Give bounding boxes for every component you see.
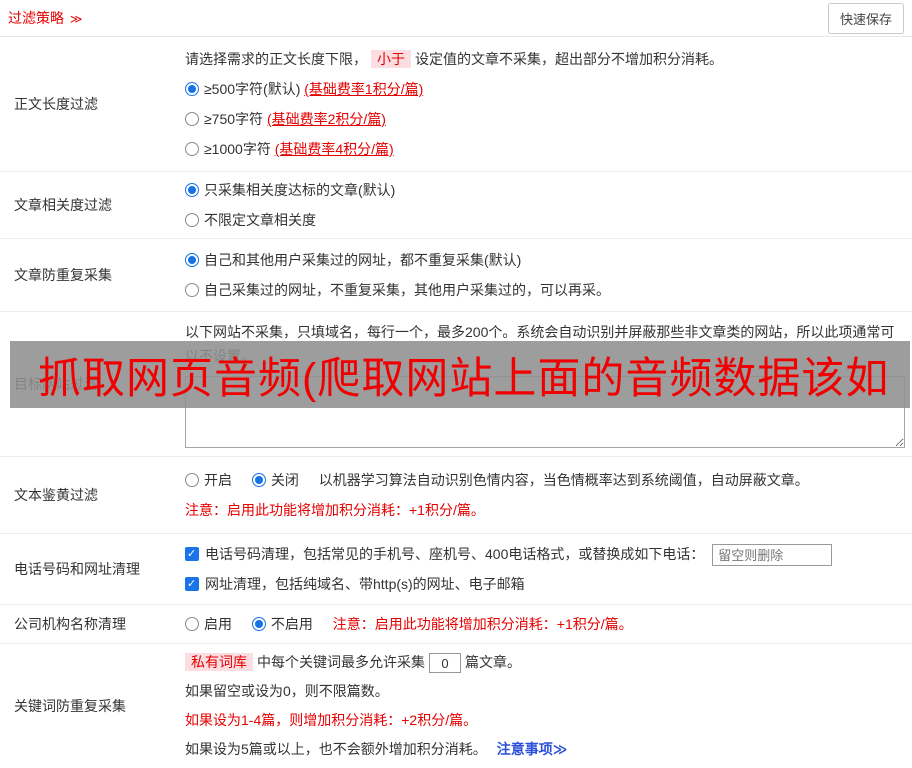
- quick-save-button[interactable]: 快速保存: [827, 2, 904, 34]
- option-text: 启用: [204, 616, 232, 632]
- radio-option-relevance-strict[interactable]: 只采集相关度达标的文章(默认): [185, 175, 904, 205]
- option-fee-text: (基础费率4积分/篇): [274, 141, 394, 157]
- filter-strategy-page: 过滤策略 ≫ 快速保存 正文长度过滤 请选择需求的正文长度下限， 小于 设定值的文章…: [0, 0, 912, 768]
- option-text: 自己采集过的网址，不重复采集，其他用户采集过的，可以再采。: [204, 282, 610, 298]
- radio-icon[interactable]: [185, 213, 199, 227]
- keyword-dedup-line3: 如果设为1-4篇，则增加积分消耗：+2积分/篇。: [185, 712, 478, 728]
- radio-option-company-off[interactable]: 不启用: [251, 616, 317, 632]
- section-label-phone-url-clean: 电话号码和网址清理: [14, 561, 140, 577]
- section-body-length: 正文长度过滤 请选择需求的正文长度下限， 小于 设定值的文章不采集，超出部分不增加积…: [0, 37, 912, 172]
- body-length-intro: 请选择需求的正文长度下限， 小于 设定值的文章不采集，超出部分不增加积分消耗。: [185, 44, 904, 74]
- radio-option-porn-on[interactable]: 开启: [185, 472, 236, 488]
- section-label-body-length: 正文长度过滤: [14, 96, 98, 112]
- radio-option-company-on[interactable]: 启用: [185, 616, 236, 632]
- radio-icon[interactable]: [185, 82, 199, 96]
- radio-option-length-1000[interactable]: ≥1000字符 (基础费率4积分/篇): [185, 134, 904, 164]
- porn-filter-description: 以机器学习算法自动识别色情内容，当色情概率达到系统阈值，自动屏蔽文章。: [318, 472, 809, 488]
- chevron-collapse-icon: ≫: [69, 12, 83, 26]
- replacement-phone-input[interactable]: [712, 544, 833, 567]
- intro-pre-text: 请选择需求的正文长度下限，: [185, 51, 367, 67]
- radio-icon[interactable]: [185, 473, 199, 487]
- radio-icon[interactable]: [185, 183, 199, 197]
- radio-icon[interactable]: [185, 283, 199, 297]
- checkbox-url-clean[interactable]: 网址清理，包括纯域名、带http(s)的网址、电子邮箱: [185, 576, 525, 592]
- page-title-text: 过滤策略: [8, 10, 64, 26]
- checkbox-text: 电话号码清理，包括常见的手机号、座机号、400电话格式，或替换成如下电话：: [205, 546, 705, 562]
- section-phone-url-clean: 电话号码和网址清理 电话号码清理，包括常见的手机号、座机号、400电话格式，或替…: [0, 534, 912, 605]
- option-text: 关闭: [270, 472, 299, 488]
- keyword-dedup-line2: 如果留空或设为0，则不限篇数。: [185, 683, 389, 699]
- option-text: 不限定文章相关度: [204, 212, 316, 228]
- radio-icon[interactable]: [185, 142, 199, 156]
- section-label-relevance: 文章相关度过滤: [14, 197, 112, 213]
- private-lexicon-highlight: 私有词库: [185, 653, 253, 671]
- radio-option-dedup-all[interactable]: 自己和其他用户采集过的网址，都不重复采集(默认): [185, 245, 904, 275]
- option-text: 自己和其他用户采集过的网址，都不重复采集(默认): [204, 252, 522, 268]
- radio-icon[interactable]: [185, 617, 199, 631]
- option-fee-text: (基础费率2积分/篇): [266, 111, 386, 127]
- option-text: ≥500字符(默认): [204, 81, 305, 97]
- page-title[interactable]: 过滤策略 ≫: [8, 8, 82, 28]
- line1-end-text: 篇文章。: [465, 654, 521, 670]
- section-label-porn-filter: 文本鉴黄过滤: [14, 487, 98, 503]
- section-label-keyword-dedup: 关键词防重复采集: [14, 698, 126, 714]
- option-text: 只采集相关度达标的文章(默认): [204, 182, 396, 198]
- section-label-dedup: 文章防重复采集: [14, 267, 112, 283]
- keyword-dedup-line1: 私有词库中每个关键词最多允许采集 篇文章。: [185, 648, 904, 677]
- option-text: ≥750字符: [204, 111, 267, 127]
- porn-filter-note: 注意：启用此功能将增加积分消耗：+1积分/篇。: [185, 502, 485, 518]
- radio-option-dedup-own[interactable]: 自己采集过的网址，不重复采集，其他用户采集过的，可以再采。: [185, 275, 904, 305]
- radio-option-length-500[interactable]: ≥500字符(默认) (基础费率1积分/篇): [185, 74, 904, 104]
- option-text: 开启: [204, 472, 232, 488]
- checkbox-text: 网址清理，包括纯域名、带http(s)的网址、电子邮箱: [205, 576, 525, 592]
- section-label-company-clean: 公司机构名称清理: [14, 616, 126, 632]
- overlay-caption-text: 抓取网页音频(爬取网站上面的音频数据该如: [38, 354, 890, 403]
- radio-icon[interactable]: [251, 617, 266, 631]
- radio-option-length-750[interactable]: ≥750字符 (基础费率2积分/篇): [185, 104, 904, 134]
- radio-icon[interactable]: [251, 473, 266, 487]
- video-caption-overlay: 抓取网页音频(爬取网站上面的音频数据该如: [10, 341, 910, 408]
- section-dedup: 文章防重复采集 自己和其他用户采集过的网址，都不重复采集(默认) 自己采集过的网…: [0, 239, 912, 312]
- company-clean-note: 注意：启用此功能将增加积分消耗：+1积分/篇。: [332, 616, 633, 632]
- option-text: 不启用: [270, 616, 313, 632]
- section-relevance: 文章相关度过滤 只采集相关度达标的文章(默认) 不限定文章相关度: [0, 172, 912, 239]
- checkbox-phone-clean[interactable]: 电话号码清理，包括常见的手机号、座机号、400电话格式，或替换成如下电话：: [185, 546, 708, 562]
- line1-mid-text: 中每个关键词最多允许采集: [257, 654, 425, 670]
- page-header: 过滤策略 ≫ 快速保存: [0, 0, 912, 37]
- max-articles-input[interactable]: [429, 653, 461, 674]
- radio-icon[interactable]: [185, 253, 199, 267]
- less-than-highlight: 小于: [371, 50, 411, 68]
- option-text: ≥1000字符: [204, 141, 275, 157]
- radio-option-relevance-any[interactable]: 不限定文章相关度: [185, 205, 904, 235]
- checkbox-icon[interactable]: [185, 576, 199, 592]
- radio-icon[interactable]: [185, 112, 199, 126]
- section-company-clean: 公司机构名称清理 启用 不启用 注意：启用此功能将增加积分消耗：+1积分/篇。: [0, 605, 912, 644]
- option-fee-text: (基础费率1积分/篇): [304, 81, 424, 97]
- intro-post-text: 设定值的文章不采集，超出部分不增加积分消耗。: [415, 51, 723, 67]
- line4-text: 如果设为5篇或以上，也不会额外增加积分消耗。: [185, 741, 487, 757]
- notes-link[interactable]: 注意事项≫: [497, 741, 568, 757]
- radio-option-porn-off[interactable]: 关闭: [251, 472, 303, 488]
- section-keyword-dedup: 关键词防重复采集 私有词库中每个关键词最多允许采集 篇文章。 如果留空或设为0，则…: [0, 644, 912, 768]
- keyword-dedup-line4: 如果设为5篇或以上，也不会额外增加积分消耗。 注意事项≫: [185, 735, 904, 764]
- checkbox-icon[interactable]: [185, 546, 199, 562]
- section-porn-filter: 文本鉴黄过滤 开启 关闭 以机器学习算法自动识别色情内容，当色情概率达到系统阈值…: [0, 457, 912, 534]
